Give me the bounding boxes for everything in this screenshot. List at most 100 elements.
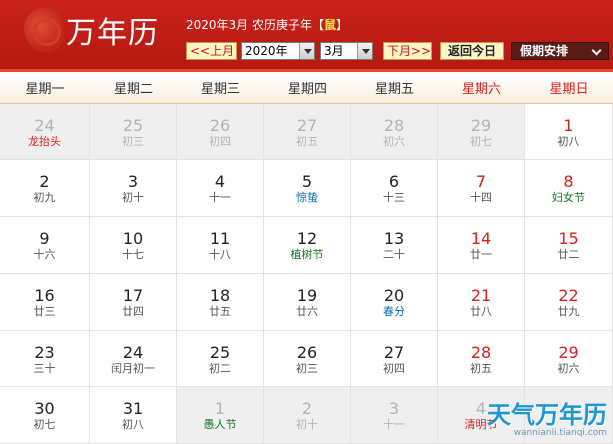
- day-number: 26: [209, 116, 231, 135]
- calendar-day-cell[interactable]: 16 廿三: [0, 274, 90, 331]
- calendar-day-cell[interactable]: 5 惊蛰: [264, 160, 351, 217]
- weekday-label: 星期五: [374, 82, 414, 97]
- day-number: 28: [470, 343, 492, 362]
- calendar-day-cell[interactable]: 28 初五: [438, 331, 525, 387]
- lunar-day-label: 初六: [557, 362, 580, 375]
- lunar-suffix: 】: [336, 18, 349, 32]
- weekday-label: 星期六: [461, 82, 501, 97]
- lunar-day-label: 初十: [296, 418, 318, 431]
- calendar-day-cell[interactable]: 27 初四: [351, 331, 438, 387]
- lunar-day-label: 二十: [383, 248, 405, 261]
- lunar-day-label: 初二: [209, 362, 231, 375]
- lunar-day-label: 廿二: [557, 248, 580, 261]
- lunar-day-label: 初四: [383, 362, 405, 375]
- calendar-day-cell[interactable]: 6 十三: [351, 160, 438, 217]
- calendar-day-cell[interactable]: 8 妇女节: [525, 160, 613, 217]
- calendar-day-cell[interactable]: 1 初八: [525, 104, 613, 160]
- lunar-day-label: 十六: [33, 248, 56, 261]
- weekday-label: 星期三: [200, 82, 240, 97]
- watermark: 天气万年历 wannianli.tianqi.com: [477, 402, 607, 438]
- holiday-schedule-dropdown[interactable]: 假期安排: [511, 42, 609, 60]
- calendar-day-cell[interactable]: 20 春分: [351, 274, 438, 331]
- day-number: 29: [470, 116, 492, 135]
- calendar-day-cell[interactable]: 10 十七: [90, 217, 177, 274]
- lunar-day-label: 十四: [470, 191, 492, 204]
- calendar-day-cell[interactable]: 7 十四: [438, 160, 525, 217]
- lunar-year-info: 2020年3月 农历庚子年【鼠】: [186, 17, 348, 33]
- calendar-day-cell[interactable]: 25 初三: [90, 104, 177, 160]
- day-number: 2: [39, 172, 50, 191]
- lunar-day-label: 初三: [122, 135, 144, 148]
- watermark-brand: 天气万年历: [487, 401, 607, 429]
- calendar-day-cell[interactable]: 24 闰月初一: [90, 331, 177, 387]
- weekday-label: 星期一: [25, 82, 65, 97]
- calendar-day-cell[interactable]: 21 廿八: [438, 274, 525, 331]
- calendar-day-cell[interactable]: 22 廿九: [525, 274, 613, 331]
- lunar-day-label: 廿三: [33, 305, 56, 318]
- weekday-label: 星期四: [287, 82, 327, 97]
- lunar-day-label: 初六: [383, 135, 405, 148]
- day-number: 16: [34, 286, 55, 305]
- lunar-day-label: 初三: [296, 362, 318, 375]
- calendar-day-cell[interactable]: 3 初十: [90, 160, 177, 217]
- lunar-day-label: 闰月初一: [111, 362, 155, 375]
- calendar-day-cell[interactable]: 24 龙抬头: [0, 104, 90, 160]
- day-number: 24: [122, 343, 144, 362]
- calendar-day-cell[interactable]: 27 初五: [264, 104, 351, 160]
- lunar-day-label: 廿四: [122, 305, 144, 318]
- calendar-day-cell[interactable]: 31 初八: [90, 387, 177, 444]
- day-number: 30: [34, 399, 55, 418]
- calendar-day-cell[interactable]: 1 愚人节: [177, 387, 264, 444]
- month-dropdown-arrow-icon[interactable]: [357, 43, 372, 59]
- calendar-day-cell[interactable]: 30 初七: [0, 387, 90, 444]
- lunar-day-label: 初七: [470, 135, 492, 148]
- weekday-header: 星期一 星期二 星期三 星期四 星期五 星期六 星期日: [0, 75, 613, 104]
- calendar-day-cell[interactable]: 17 廿四: [90, 274, 177, 331]
- calendar-day-cell[interactable]: 26 初四: [177, 104, 264, 160]
- calendar-day-cell[interactable]: 19 廿六: [264, 274, 351, 331]
- lunar-prefix: 2020年3月 农历庚子年【: [186, 18, 324, 32]
- year-select-value: 2020年: [245, 44, 288, 58]
- calendar-day-cell[interactable]: 2 初九: [0, 160, 90, 217]
- calendar-day-cell[interactable]: 14 廿一: [438, 217, 525, 274]
- year-select[interactable]: 2020年: [241, 42, 315, 60]
- lunar-day-label: 初八: [122, 418, 144, 431]
- weekday-label: 星期日: [549, 82, 589, 97]
- lunar-day-label: 春分: [383, 305, 405, 318]
- day-number: 31: [122, 399, 144, 418]
- day-number: 25: [209, 343, 231, 362]
- calendar-day-cell[interactable]: 3 十一: [351, 387, 438, 444]
- calendar-day-cell[interactable]: 28 初六: [351, 104, 438, 160]
- day-number: 26: [296, 343, 318, 362]
- calendar-day-cell[interactable]: 9 十六: [0, 217, 90, 274]
- lunar-day-label: 廿八: [470, 305, 492, 318]
- calendar-day-cell[interactable]: 29 初七: [438, 104, 525, 160]
- calendar-day-cell[interactable]: 13 二十: [351, 217, 438, 274]
- calendar-day-cell[interactable]: 15 廿二: [525, 217, 613, 274]
- lunar-day-label: 初九: [33, 191, 56, 204]
- prev-month-button[interactable]: <<上月: [186, 42, 237, 60]
- chevron-down-icon: [591, 45, 602, 56]
- day-number: 10: [122, 229, 144, 248]
- calendar-day-cell[interactable]: 26 初三: [264, 331, 351, 387]
- calendar-day-cell[interactable]: 18 廿五: [177, 274, 264, 331]
- day-number: 3: [127, 172, 139, 191]
- lunar-day-label: 廿六: [296, 305, 318, 318]
- lunar-day-label: 龙抬头: [28, 135, 61, 148]
- calendar-day-cell[interactable]: 2 初十: [264, 387, 351, 444]
- lunar-day-label: 廿九: [557, 305, 580, 318]
- calendar-day-cell[interactable]: 29 初六: [525, 331, 613, 387]
- day-number: 2: [301, 399, 313, 418]
- next-month-button[interactable]: 下月>>: [383, 42, 432, 60]
- month-select[interactable]: 3月: [320, 42, 373, 60]
- lunar-day-label: 十一: [383, 418, 405, 431]
- calendar-day-cell[interactable]: 23 三十: [0, 331, 90, 387]
- year-dropdown-arrow-icon[interactable]: [299, 43, 314, 59]
- calendar-day-cell[interactable]: 11 十八: [177, 217, 264, 274]
- day-number: 4: [214, 172, 226, 191]
- calendar-day-cell[interactable]: 12 植树节: [264, 217, 351, 274]
- back-to-today-button[interactable]: 返回今日: [440, 42, 504, 60]
- day-number: 15: [558, 229, 579, 248]
- calendar-day-cell[interactable]: 4 十一: [177, 160, 264, 217]
- calendar-day-cell[interactable]: 25 初二: [177, 331, 264, 387]
